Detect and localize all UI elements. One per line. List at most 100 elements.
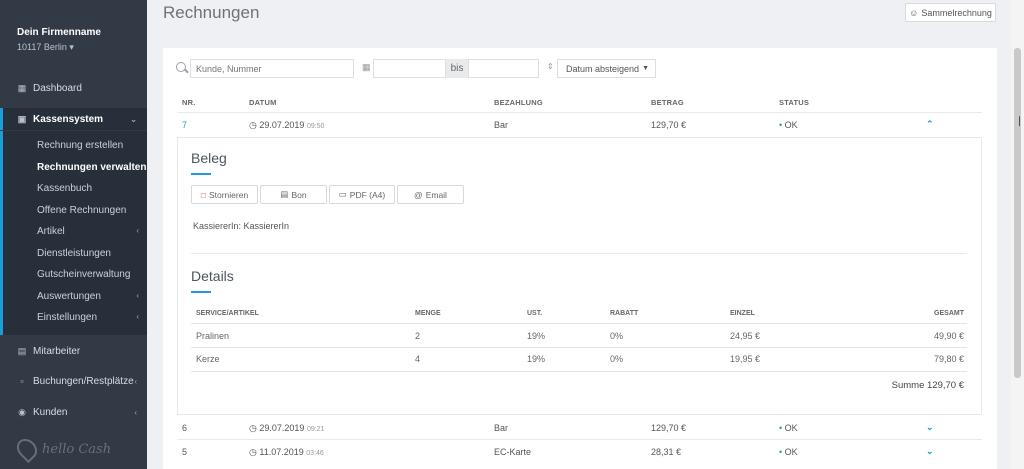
nav-mitarbeiter[interactable]: ▤ Mitarbeiter [0,340,147,362]
email-button[interactable]: @ Email [397,185,464,204]
hellocash-logo: hello Cash [12,434,112,464]
status-dot-icon: • [779,423,783,433]
clock-icon: ◷ [249,120,257,130]
detail-header-rabatt: RABATT [610,310,639,317]
nav-kunden[interactable]: ◉ Kunden ‹ [0,401,147,423]
invoice-amount: 129,70 € [651,423,687,433]
chevron-down-icon[interactable]: ⌄ [926,422,934,433]
status-badge: • OK [779,423,798,433]
column-header-status: STATUS [779,98,810,107]
status-badge: • OK [779,447,798,457]
detail-header-menge: MENGE [415,310,441,317]
status-text: OK [784,423,798,433]
chevron-down-icon[interactable]: ⌄ [926,446,934,457]
trash-icon: □ [200,189,206,200]
sidebar-item-offene-rechnungen[interactable]: Offene Rechnungen [37,205,126,216]
sort-select[interactable]: Datum absteigend ▼ [557,59,656,78]
clock-icon: ◷ [249,447,257,457]
logo-text: hello Cash [42,441,112,457]
divider [191,347,967,348]
bon-button[interactable]: ▤ Bon [260,185,327,204]
chevron-down-icon: ⌄ [130,114,137,124]
cashier-info: KassiererIn: KassiererIn [193,221,289,231]
divider [191,371,967,372]
booking-icon: ▫ [20,376,24,386]
invoice-number[interactable]: 5 [182,447,187,457]
calendar-icon: ▦ [362,62,371,72]
detail-item: Kerze [196,354,220,364]
nav-dashboard[interactable]: ▦ Dashboard [0,77,147,99]
sidebar-item-auswertungen[interactable]: Auswertungen [37,291,101,302]
invoice-number[interactable]: 6 [182,423,187,433]
sidebar-item-dienstleistungen[interactable]: Dienstleistungen [37,248,111,259]
nav-dashboard-label: Dashboard [33,82,82,94]
nav-buchungen[interactable]: ▫ Buchungen/Restplätze ‹ [0,370,147,392]
scrollbar[interactable] [1011,0,1024,469]
company-switcher[interactable]: Dein Firmenname 10117 Berlin ▾ [17,27,101,53]
company-city[interactable]: 10117 Berlin ▾ [17,42,101,53]
column-header-betrag: BETRAG [651,98,684,107]
detail-header-einzel: EINZEL [730,310,755,317]
sidebar-item-rechnungen-verwalten[interactable]: Rechnungen verwalten [37,162,146,173]
date-to-input[interactable] [468,59,539,78]
detail-item: Pralinen [196,331,230,341]
sidebar: Dein Firmenname 10117 Berlin ▾ ▦ Dashboa… [0,0,147,469]
divider [191,323,967,324]
status-dot-icon: • [779,447,783,457]
chevron-up-icon[interactable]: ⌃ [926,119,934,130]
detail-rabatt: 0% [610,354,624,364]
detail-einzel: 24,95 € [730,331,761,341]
sort-icon: ⇕ [547,62,554,71]
detail-gesamt: 49,90 € [933,331,964,341]
column-header-datum: DATUM [249,98,277,107]
sidebar-item-kassenbuch[interactable]: Kassenbuch [37,183,92,194]
detail-gesamt: 79,80 € [933,354,964,364]
invoice-amount: 129,70 € [651,120,687,130]
date-from-input[interactable] [373,59,446,78]
nav-kunden-label: Kunden [33,406,68,418]
staff-icon: ▤ [17,345,27,356]
search-icon [176,62,186,72]
sort-select-value: Datum absteigend [566,63,640,74]
sidebar-item-rechnung-erstellen[interactable]: Rechnung erstellen [37,140,123,151]
sidebar-item-artikel[interactable]: Artikel [37,226,65,237]
stornieren-button[interactable]: □ Stornieren [191,185,258,204]
invoice-amount: 28,31 € [651,447,682,457]
search-input[interactable] [190,59,354,78]
status-text: OK [784,447,798,457]
company-name: Dein Firmenname [17,27,101,38]
location-pin-icon [12,434,42,464]
invoice-date-value: 11.07.2019 [259,447,304,457]
title-underline [191,173,211,175]
at-icon: @ [414,189,423,200]
nav-mitarbeiter-label: Mitarbeiter [33,345,81,357]
chevron-left-icon: ‹ [134,376,137,386]
detail-ust: 19% [527,354,546,364]
sidebar-item-gutscheinverwaltung[interactable]: Gutscheinverwaltung [37,269,130,280]
divider [191,253,967,254]
nav-buchungen-label: Buchungen/Restplätze [33,375,134,387]
title-underline [191,291,211,293]
page-title: Rechnungen [163,3,260,22]
divider [177,439,982,440]
sammelrechnung-button[interactable]: ☺ Sammelrechnung [905,3,996,22]
stornieren-label: Stornieren [208,189,249,200]
date-range-separator: bis [446,59,468,78]
invoice-number[interactable]: 7 [182,120,187,130]
chevron-left-icon: ‹ [136,226,139,235]
caret-down-icon: ▼ [642,65,649,72]
nav-kassensystem[interactable]: ▣ Kassensystem ⌄ [0,108,147,130]
customers-icon: ◉ [18,406,26,417]
detail-einzel: 19,95 € [730,354,761,364]
sidebar-item-einstellungen[interactable]: Einstellungen [37,312,97,323]
pdf-button[interactable]: ▭ PDF (A4) [329,185,395,204]
beleg-title: Beleg [191,150,227,166]
invoice-detail [177,137,982,415]
invoice-time: 09:50 [306,123,325,130]
detail-rabatt: 0% [610,331,624,341]
column-header-bezahlung: BEZAHLUNG [494,98,543,107]
cashier-value: KassiererIn [243,221,290,231]
pdf-label: PDF (A4) [349,189,386,200]
column-header-nr: NR. [182,98,196,107]
scrollbar-thumb[interactable] [1014,48,1021,378]
